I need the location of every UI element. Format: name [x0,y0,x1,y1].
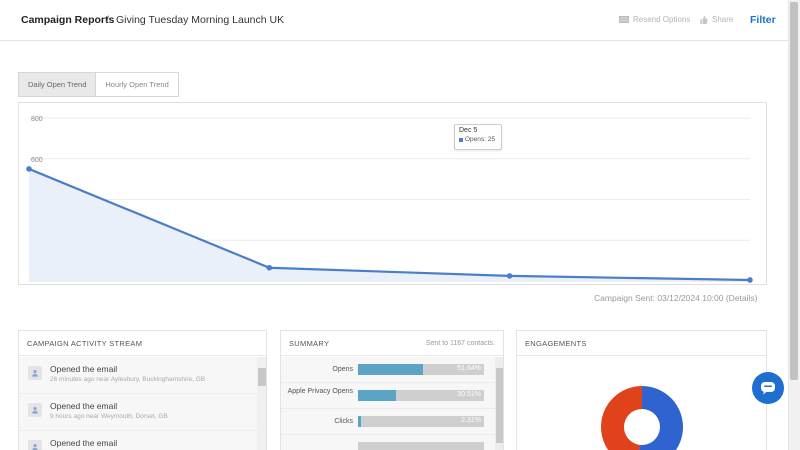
activity-title: Opened the email [50,364,118,374]
breadcrumb-campaign-reports[interactable]: Campaign Reports [21,14,114,26]
summary-label: Opens [332,366,353,373]
engagements-donut-chart [601,386,683,450]
breadcrumb-separator: / [106,14,109,26]
resend-options-button[interactable]: Resend Options [619,15,690,24]
share-label: Share [712,15,734,24]
summary-bar-fill [358,364,424,375]
engagements-panel: ENGAGEMENTS [516,330,767,450]
engagements-panel-title: ENGAGEMENTS [525,338,587,348]
activity-subtitle: 26 minutes ago near Aylesbury, Buckingha… [50,376,206,383]
campaign-activity-panel: CAMPAIGN ACTIVITY STREAM Opened the emai… [18,330,267,450]
activity-list: Opened the email 26 minutes ago near Ayl… [19,357,257,450]
tab-daily-open-trend[interactable]: Daily Open Trend [18,72,97,97]
open-trend-chart-svg: 800600400200 [26,116,753,283]
donut-slice-blue[interactable] [637,386,683,450]
user-icon [28,403,42,417]
data-point [26,166,32,172]
page-scrollbar-thumb[interactable] [790,2,798,380]
tooltip-date: Dec 5 [459,127,478,134]
tooltip-series-swatch [459,137,463,142]
activity-title: Opened the email [50,438,118,448]
summary-value: 2.31% [461,417,481,424]
summary-list: Opens 51.64% Apple Privacy Opens 30.51% … [281,357,495,450]
summary-label: Apple Privacy Opens [287,388,353,395]
data-point [266,264,273,271]
activity-subtitle: 9 hours ago near Weymouth, Dorset, GB [50,413,168,420]
mail-icon [619,16,629,23]
summary-row-partial[interactable] [281,435,495,450]
summary-bar: 2.31% [358,416,484,427]
open-trend-chart: 800600400200 [18,102,767,285]
summary-panel: SUMMARY Sent to 1167 contacts. Opens 51.… [280,330,504,450]
activity-panel-title: CAMPAIGN ACTIVITY STREAM [27,338,143,348]
chat-button[interactable] [752,372,784,404]
summary-bar [358,442,484,450]
top-header: Campaign Reports / Giving Tuesday Mornin… [0,0,788,41]
thumbs-up-icon [700,15,708,24]
summary-bar: 51.64% [358,364,484,375]
activity-title: Opened the email [50,401,118,411]
summary-sent-count: Sent to 1167 contacts. [425,339,495,347]
donut-slice-red[interactable] [601,386,642,450]
list-item[interactable]: Opened the email [19,431,257,450]
summary-scrollbar-thumb[interactable] [496,368,503,443]
y-tick-label: 600 [31,157,43,164]
campaign-sent-details-link[interactable]: Campaign Sent: 03/12/2024 10:00 (Details… [594,293,758,303]
share-button[interactable]: Share [699,15,733,24]
summary-bar-fill [358,416,361,427]
data-point [506,273,513,279]
user-icon [28,440,42,450]
summary-panel-title: SUMMARY [289,338,330,348]
summary-label: Clicks [334,418,353,425]
tooltip-value: Opens: 25 [465,136,495,143]
data-point [747,277,753,283]
tab-hourly-open-trend[interactable]: Hourly Open Trend [96,72,179,97]
resend-options-label: Resend Options [633,15,691,24]
user-icon [28,366,42,380]
activity-scrollbar-thumb[interactable] [258,368,266,386]
summary-bar: 30.51% [358,390,484,401]
chart-tooltip: Dec 5 Opens: 25 [454,124,502,150]
list-item[interactable]: Opened the email 26 minutes ago near Ayl… [19,357,257,394]
trend-tabs: Daily Open Trend Hourly Open Trend [18,72,179,97]
summary-row-opens[interactable]: Opens 51.64% [281,357,495,383]
breadcrumb-campaign-name: Giving Tuesday Morning Launch UK [116,14,285,26]
summary-value: 30.51% [457,391,481,398]
filter-button[interactable]: Filter [750,14,776,26]
list-item[interactable]: Opened the email 9 hours ago near Weymou… [19,394,257,431]
y-tick-label: 800 [31,116,43,123]
summary-value: 51.64% [457,365,481,372]
summary-bar-fill [358,390,397,401]
summary-row-clicks[interactable]: Clicks 2.31% [281,409,495,435]
summary-row-apple-privacy-opens[interactable]: Apple Privacy Opens 30.51% [281,383,495,409]
area-fill [29,168,750,281]
chat-icon [761,382,775,395]
